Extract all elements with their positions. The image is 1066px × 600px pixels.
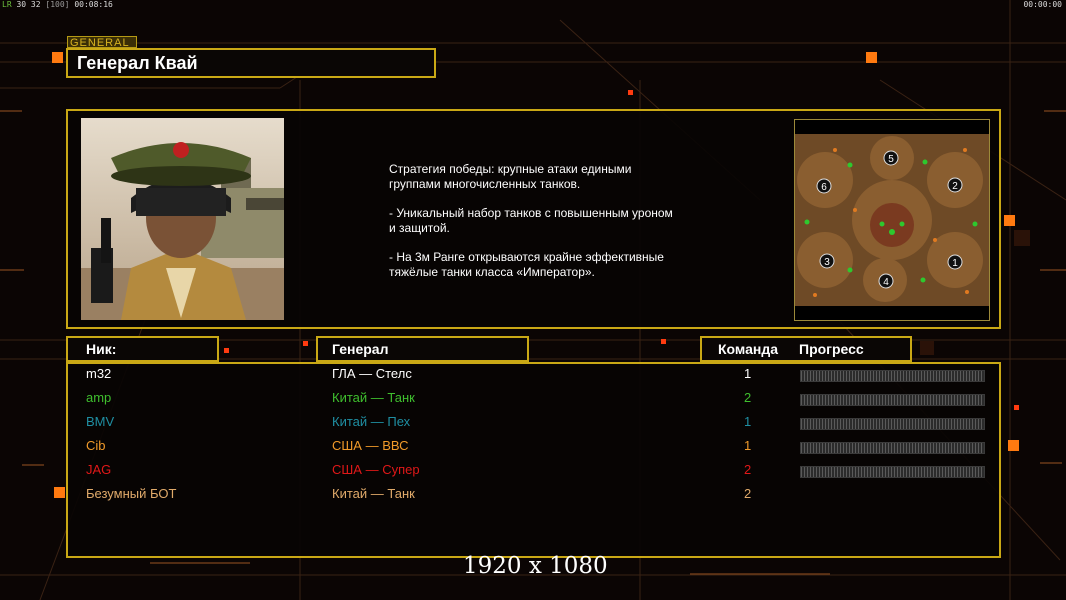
player-progress-bar <box>800 466 985 478</box>
player-progress-bar <box>800 370 985 382</box>
start-position-label: 3 <box>824 257 830 268</box>
player-row[interactable]: m32 ГЛА — Стелс 1 <box>0 366 1066 390</box>
resolution-label: 1920 x 1080 <box>463 553 608 579</box>
start-position-label: 1 <box>952 258 958 269</box>
game-timer: 00:08:16 <box>74 0 113 9</box>
player-team: 1 <box>744 366 752 381</box>
player-row[interactable]: amp Китай — Танк 2 <box>0 390 1066 414</box>
player-team: 2 <box>744 486 752 501</box>
general-portrait <box>81 118 284 320</box>
status-bracket: [100] <box>45 0 70 9</box>
header-general-label: Генерал <box>332 341 389 357</box>
start-position-label: 6 <box>821 182 827 193</box>
header-nick-label: Ник: <box>86 341 117 357</box>
player-general: Китай — Пех <box>332 414 411 429</box>
header-nick: Ник: <box>66 336 219 362</box>
player-team: 1 <box>744 438 752 453</box>
player-general: США — ВВС <box>332 438 409 453</box>
feature-text-2: - На 3м Ранге открываются крайне эффекти… <box>389 250 664 279</box>
header-general: Генерал <box>316 336 529 362</box>
header-progress-label: Прогресс <box>799 341 864 357</box>
general-tag: GENERAL <box>67 36 137 49</box>
player-progress-bar <box>800 394 985 406</box>
player-general: Китай — Танк <box>332 486 415 501</box>
header-team-progress: Команда Прогресс <box>700 336 912 362</box>
player-nick: Cib <box>86 438 106 453</box>
player-nick: BMV <box>86 414 115 429</box>
player-nick: m32 <box>86 366 112 381</box>
player-nick: JAG <box>86 462 112 477</box>
player-team: 2 <box>744 390 752 405</box>
player-nick: amp <box>86 390 112 405</box>
player-team: 1 <box>744 414 752 429</box>
feature-text-1: - Уникальный набор танков с повышенным у… <box>389 206 673 235</box>
strategy-text: Стратегия победы: крупные атаки едиными … <box>389 162 632 191</box>
player-progress-bar <box>800 442 985 454</box>
status-bar-left: LR 30 32 [100] 00:08:16 <box>2 0 113 9</box>
header-team-label: Команда <box>718 341 778 357</box>
player-row[interactable]: Cib США — ВВС 1 <box>0 438 1066 462</box>
status-timer-right: 00:00:00 <box>1023 0 1062 9</box>
player-row[interactable]: Безумный БОТ Китай — Танк 2 <box>0 486 1066 510</box>
start-position-label: 2 <box>952 181 958 192</box>
player-row[interactable]: JAG США — Супер 2 <box>0 462 1066 486</box>
player-general: США — Супер <box>332 462 420 477</box>
fps-indicator: LR <box>2 0 12 9</box>
player-row[interactable]: BMV Китай — Пех 1 <box>0 414 1066 438</box>
player-general: Китай — Танк <box>332 390 415 405</box>
minimap[interactable]: 5 6 2 3 4 1 <box>794 119 990 321</box>
player-team: 2 <box>744 462 752 477</box>
start-position-label: 4 <box>883 277 889 288</box>
start-position-label: 5 <box>888 154 894 165</box>
player-progress-bar <box>800 418 985 430</box>
player-general: ГЛА — Стелс <box>332 366 412 381</box>
general-description: Стратегия победы: крупные атаки едиными … <box>389 162 709 294</box>
general-title: Генерал Квай <box>66 48 436 78</box>
status-values: 30 32 <box>16 0 41 9</box>
player-nick: Безумный БОТ <box>86 486 177 501</box>
